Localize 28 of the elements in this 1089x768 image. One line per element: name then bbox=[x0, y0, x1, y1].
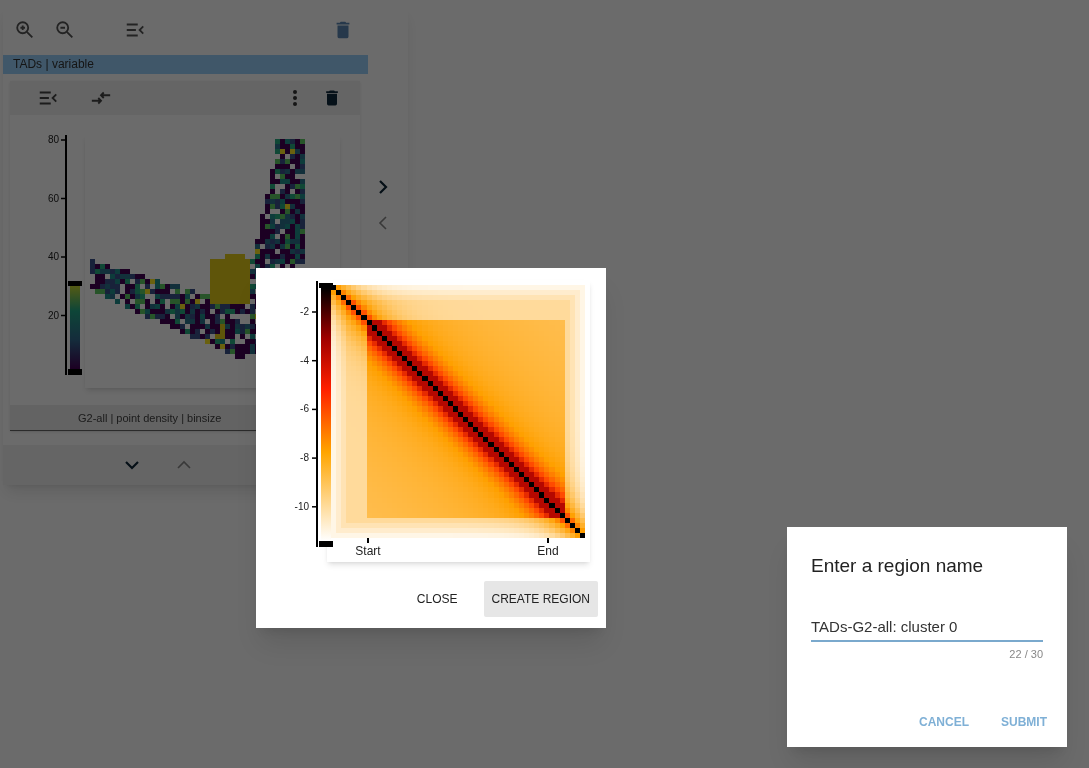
zoom-in-icon[interactable] bbox=[14, 19, 36, 41]
axis-label: End bbox=[537, 544, 559, 558]
create-region-button[interactable]: CREATE REGION bbox=[483, 581, 598, 617]
axis-label: Start bbox=[355, 544, 381, 558]
chevron-up-icon[interactable] bbox=[177, 460, 191, 470]
more-icon[interactable] bbox=[292, 89, 298, 107]
axis-tick-label: -10 bbox=[293, 500, 309, 513]
chevron-right-icon[interactable] bbox=[378, 180, 388, 194]
axis-tick-label: -4 bbox=[299, 354, 309, 367]
chevron-down-icon[interactable] bbox=[125, 460, 139, 470]
close-button[interactable]: CLOSE bbox=[400, 581, 474, 617]
axis-tick-label: 20 bbox=[46, 309, 59, 322]
axis-tick-label: -6 bbox=[299, 403, 309, 416]
layer-title-bar: TADs | variable bbox=[3, 55, 368, 74]
axis-tick-label: 80 bbox=[46, 134, 59, 146]
region-name-input[interactable]: TADs-G2-all: cluster 0 bbox=[811, 613, 1043, 642]
range-handle[interactable] bbox=[68, 281, 82, 286]
range-handle[interactable] bbox=[68, 369, 82, 375]
axis-tick-label: 60 bbox=[46, 192, 59, 205]
character-counter: 22 / 30 bbox=[1009, 646, 1043, 662]
axis-tick-label: -2 bbox=[299, 306, 309, 318]
dialog-title: Enter a region name bbox=[811, 554, 985, 578]
range-handle[interactable] bbox=[319, 283, 333, 288]
axis-tick-label: -8 bbox=[299, 452, 309, 465]
axis-tick-label: 40 bbox=[46, 251, 59, 263]
range-handle[interactable] bbox=[319, 541, 333, 547]
zoom-out-icon[interactable] bbox=[54, 19, 76, 41]
chevron-left-icon[interactable] bbox=[378, 216, 388, 230]
